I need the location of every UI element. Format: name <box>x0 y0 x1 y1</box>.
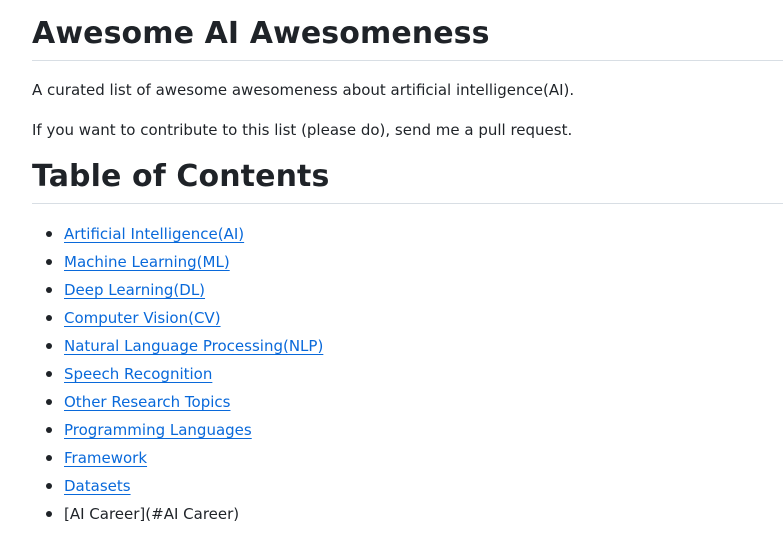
toc-link-datasets[interactable]: Datasets <box>64 477 131 495</box>
page-title: Awesome AI Awesomeness <box>32 0 783 61</box>
bullet-icon <box>46 399 52 405</box>
toc-item-other-research: Other Research Topics <box>32 388 783 416</box>
toc-text-ai-career: [AI Career](#AI Career) <box>64 505 240 523</box>
bullet-icon <box>46 287 52 293</box>
toc-link-other-research[interactable]: Other Research Topics <box>64 393 230 411</box>
toc-item-datasets: Datasets <box>32 472 783 500</box>
toc-link-speech[interactable]: Speech Recognition <box>64 365 212 383</box>
toc-link-cv[interactable]: Computer Vision(CV) <box>64 309 221 327</box>
toc-link-nlp[interactable]: Natural Language Processing(NLP) <box>64 337 323 355</box>
toc-item-ml: Machine Learning(ML) <box>32 248 783 276</box>
toc-link-ai[interactable]: Artificial Intelligence(AI) <box>64 225 244 243</box>
bullet-icon <box>46 511 52 517</box>
bullet-icon <box>46 315 52 321</box>
bullet-icon <box>46 231 52 237</box>
toc-link-ml[interactable]: Machine Learning(ML) <box>64 253 230 271</box>
toc-item-cv: Computer Vision(CV) <box>32 304 783 332</box>
contribute-text: If you want to contribute to this list (… <box>32 121 573 139</box>
bullet-icon <box>46 483 52 489</box>
toc-link-programming[interactable]: Programming Languages <box>64 421 252 439</box>
intro-text: A curated list of awesome awesomeness ab… <box>32 81 575 99</box>
toc-item-speech: Speech Recognition <box>32 360 783 388</box>
toc-item-ai-career: [AI Career](#AI Career) <box>32 500 783 528</box>
bullet-icon <box>46 427 52 433</box>
toc-item-framework: Framework <box>32 444 783 472</box>
readme-content: Awesome AI Awesomeness A curated list of… <box>32 0 783 528</box>
toc-item-dl: Deep Learning(DL) <box>32 276 783 304</box>
bullet-icon <box>46 259 52 265</box>
toc-link-dl[interactable]: Deep Learning(DL) <box>64 281 205 299</box>
toc-heading: Table of Contents <box>32 159 783 204</box>
bullet-icon <box>46 343 52 349</box>
toc-item-nlp: Natural Language Processing(NLP) <box>32 332 783 360</box>
bullet-icon <box>46 455 52 461</box>
toc-list: Artificial Intelligence(AI) Machine Lear… <box>32 220 783 528</box>
toc-item-ai: Artificial Intelligence(AI) <box>32 220 783 248</box>
bullet-icon <box>46 371 52 377</box>
toc-item-programming: Programming Languages <box>32 416 783 444</box>
toc-link-framework[interactable]: Framework <box>64 449 147 467</box>
